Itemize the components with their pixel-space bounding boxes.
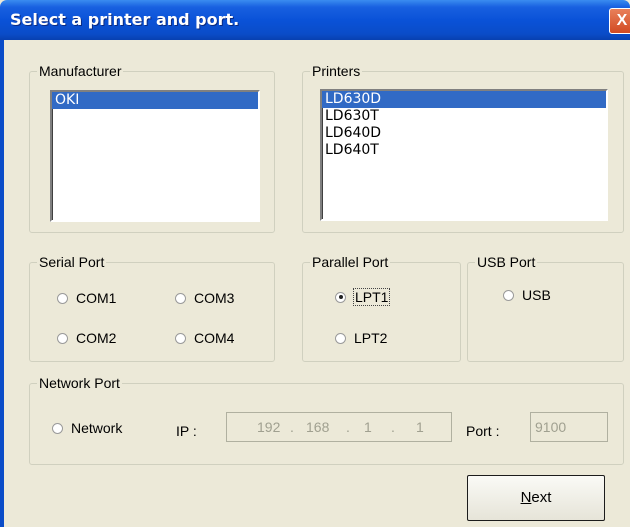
serial-port-group: Serial Port COM1 COM3 COM2 COM4 xyxy=(29,253,275,362)
next-button[interactable]: Next xyxy=(467,475,605,521)
usb-port-group: USB Port USB xyxy=(467,253,624,362)
network-port-group: Network Port Network IP : 192 . 168 . 1 … xyxy=(29,374,624,465)
ip-address-field[interactable]: 192 . 168 . 1 . 1 xyxy=(226,412,452,442)
radio-icon xyxy=(57,332,68,344)
list-item[interactable]: LD640D xyxy=(322,125,606,142)
port-value: 9100 xyxy=(535,419,567,435)
parallel-port-legend: Parallel Port xyxy=(310,253,391,271)
manufacturer-legend: Manufacturer xyxy=(37,62,124,80)
printers-list[interactable]: LD630D LD630T LD640D LD640T xyxy=(320,89,608,221)
close-icon: X xyxy=(616,12,628,29)
radio-icon xyxy=(335,332,346,344)
radio-label: COM2 xyxy=(76,330,117,346)
printers-group: Printers LD630D LD630T LD640D LD640T xyxy=(302,62,624,233)
next-accelerator: N xyxy=(520,489,532,506)
next-label: ext xyxy=(531,489,552,506)
network-port-legend: Network Port xyxy=(37,374,122,392)
radio-label: LPT2 xyxy=(354,330,388,346)
ip-octet: 1 xyxy=(416,419,424,435)
radio-label: LPT1 xyxy=(352,288,391,306)
port-field[interactable]: 9100 xyxy=(530,412,608,442)
radio-icon xyxy=(57,292,68,304)
radio-com1[interactable]: COM1 xyxy=(57,290,116,306)
radio-label: Network xyxy=(71,420,123,436)
radio-icon xyxy=(175,292,186,304)
title-bar[interactable]: Select a printer and port. X xyxy=(0,0,630,40)
list-item[interactable]: LD630T xyxy=(322,108,606,125)
ip-separator: . xyxy=(290,419,294,435)
radio-lpt2[interactable]: LPT2 xyxy=(335,330,387,346)
serial-port-legend: Serial Port xyxy=(37,253,107,271)
manufacturer-list[interactable]: OKI xyxy=(50,90,260,222)
printers-legend: Printers xyxy=(310,62,363,80)
radio-usb[interactable]: USB xyxy=(503,287,551,303)
parallel-port-group: Parallel Port LPT1 LPT2 xyxy=(302,253,461,362)
radio-label: COM4 xyxy=(194,330,235,346)
radio-com3[interactable]: COM3 xyxy=(175,290,234,306)
ip-label: IP : xyxy=(176,423,197,439)
radio-label: COM3 xyxy=(194,290,235,306)
radio-label: USB xyxy=(522,287,551,303)
list-item[interactable]: LD640T xyxy=(322,142,606,159)
manufacturer-group: Manufacturer OKI xyxy=(29,62,275,233)
ip-octet: 192 xyxy=(257,419,281,435)
ip-octet: 1 xyxy=(364,419,372,435)
close-button[interactable]: X xyxy=(609,8,630,34)
window-title: Select a printer and port. xyxy=(10,10,240,29)
radio-com2[interactable]: COM2 xyxy=(57,330,116,346)
radio-icon xyxy=(175,332,186,344)
usb-port-legend: USB Port xyxy=(475,253,538,271)
ip-separator: . xyxy=(391,419,395,435)
list-item[interactable]: LD630D xyxy=(322,91,606,108)
radio-icon xyxy=(335,291,346,303)
radio-com4[interactable]: COM4 xyxy=(175,330,234,346)
port-label: Port : xyxy=(466,423,500,439)
ip-octet: 168 xyxy=(306,419,330,435)
radio-icon xyxy=(52,422,63,434)
window-frame xyxy=(0,40,4,527)
radio-icon xyxy=(503,289,514,301)
radio-lpt1[interactable]: LPT1 xyxy=(335,288,391,306)
radio-network[interactable]: Network xyxy=(52,420,122,436)
ip-separator: . xyxy=(346,419,350,435)
list-item[interactable]: OKI xyxy=(52,92,258,109)
radio-label: COM1 xyxy=(76,290,117,306)
